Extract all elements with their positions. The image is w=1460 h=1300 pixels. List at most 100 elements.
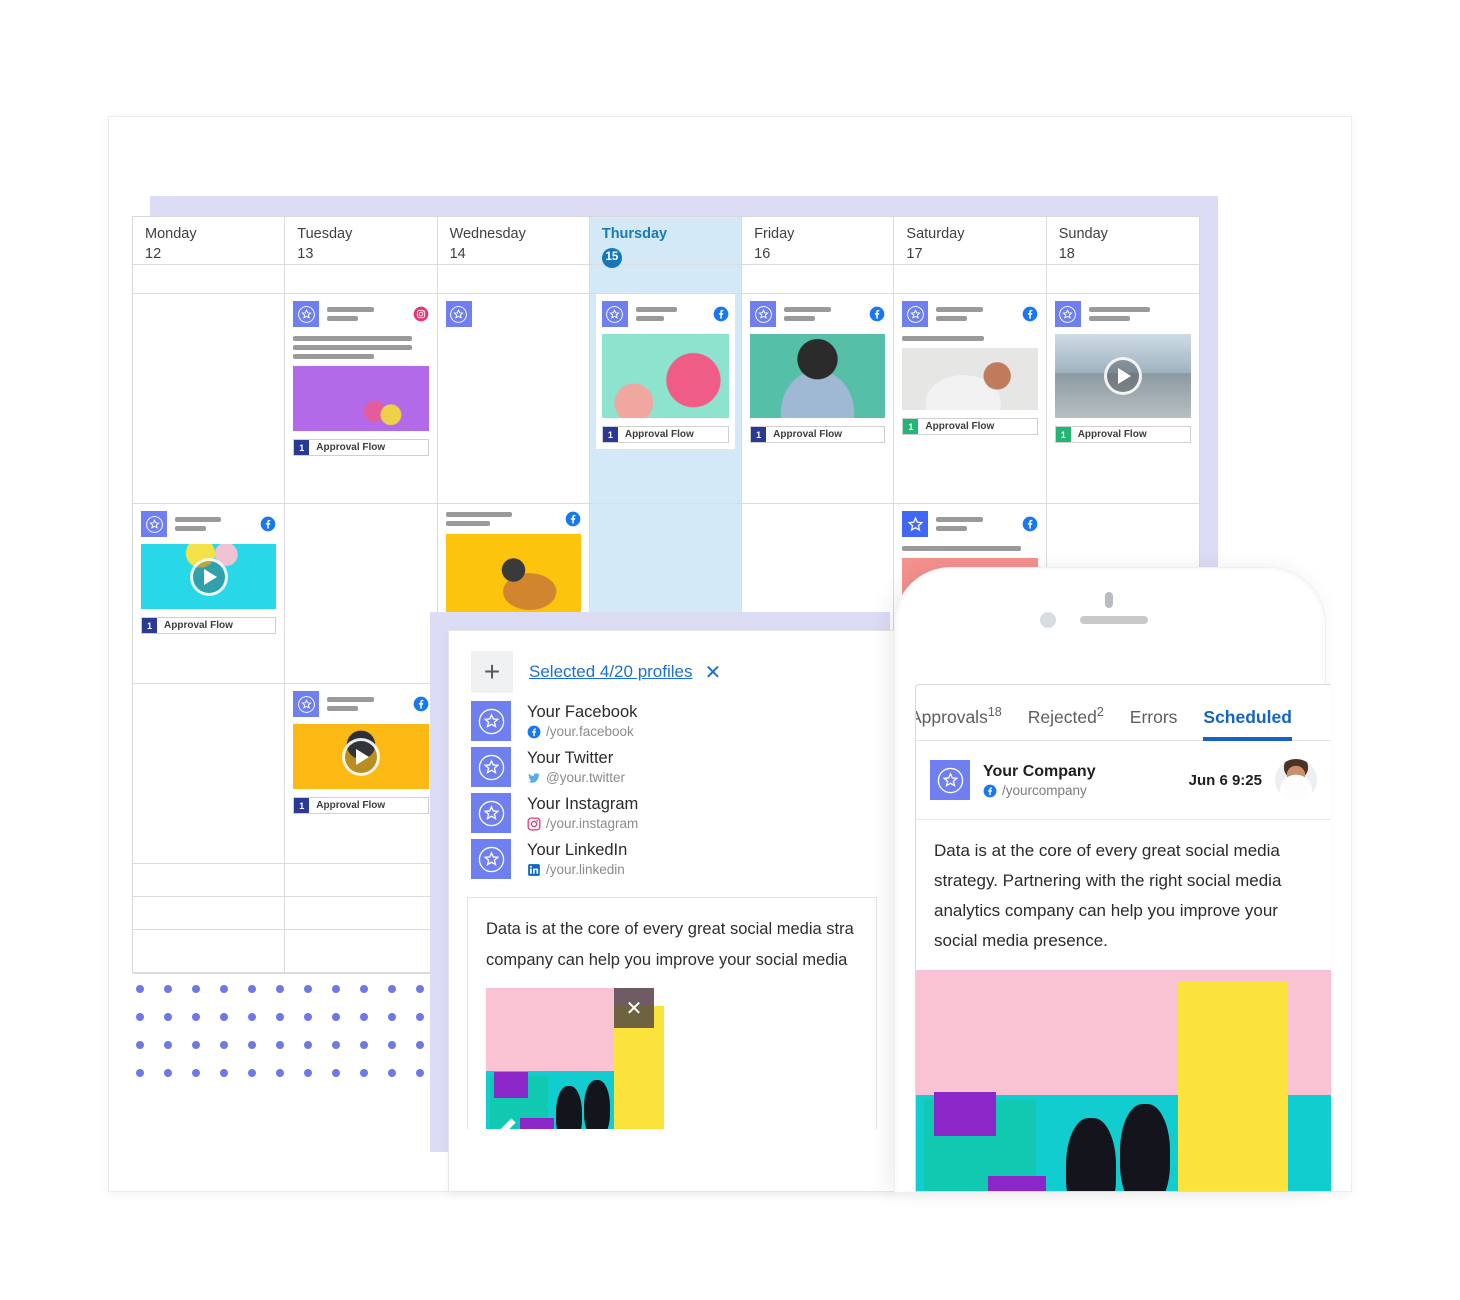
mobile-preview: Approvals18 Rejected2 Errors Scheduled Y…: [895, 568, 1331, 1192]
post-thumbnail[interactable]: [902, 348, 1038, 410]
star-avatar-icon: [1054, 301, 1081, 327]
approval-flow-badge[interactable]: 1 Approval Flow: [141, 617, 277, 634]
post-card[interactable]: 1 Approval Flow: [285, 294, 436, 456]
composer-text-line-1: Data is at the core of every great socia…: [486, 920, 854, 938]
facebook-icon: [713, 306, 729, 322]
post-body-placeholder: [293, 336, 428, 359]
calendar-slot-empty[interactable]: [894, 265, 1046, 294]
profile-item-linkedin[interactable]: Your LinkedIn /your.linkedin: [471, 839, 895, 879]
composer-attachment-thumbnail[interactable]: ✕: [486, 988, 664, 1129]
approval-count: 1: [751, 427, 767, 442]
avatar: [1275, 759, 1317, 801]
calendar-slot-empty[interactable]: [285, 930, 437, 974]
calendar-column-tuesday[interactable]: Tuesday 13 1 Approval Flow 1 Approval Fl…: [285, 217, 438, 974]
calendar-slot-empty[interactable]: [133, 864, 285, 897]
calendar-slot[interactable]: 1 Approval Flow: [1046, 294, 1199, 504]
profile-item-twitter[interactable]: Your Twitter @your.twitter: [471, 747, 895, 787]
play-icon[interactable]: [189, 557, 228, 596]
calendar-column-monday[interactable]: Monday 12 1 Approval Flow: [133, 217, 286, 974]
pencil-icon[interactable]: [494, 1114, 520, 1129]
post-title-placeholder: [936, 307, 1013, 321]
star-avatar-icon: [293, 301, 320, 327]
tab-badge: 18: [987, 705, 1002, 720]
post-thumbnail[interactable]: [750, 334, 886, 418]
play-icon[interactable]: [1103, 357, 1142, 395]
instagram-icon: [413, 306, 429, 322]
approval-flow-badge[interactable]: 1 Approval Flow: [293, 439, 429, 456]
decorative-dot-grid-bottom-left: [136, 985, 444, 1097]
calendar-slot-empty[interactable]: [285, 864, 437, 897]
profile-list: Your Facebook /your.facebook Your Twitte…: [449, 693, 895, 879]
day-number: 17: [906, 246, 923, 262]
facebook-icon: [565, 511, 581, 527]
post-card[interactable]: 1 Approval Flow: [894, 294, 1045, 435]
post-thumbnail-video[interactable]: [141, 544, 277, 609]
phone-tab-bar[interactable]: Approvals18 Rejected2 Errors Scheduled: [916, 685, 1331, 741]
approval-flow-badge[interactable]: 1 Approval Flow: [601, 426, 730, 443]
plus-icon[interactable]: +: [471, 651, 513, 693]
post-thumbnail-video[interactable]: [293, 724, 429, 789]
approval-flow-badge[interactable]: 1 Approval Flow: [1054, 426, 1191, 443]
calendar-slot-empty[interactable]: [133, 897, 285, 930]
phone-screen: Approvals18 Rejected2 Errors Scheduled Y…: [915, 684, 1331, 1192]
post-card[interactable]: 1 Approval Flow: [133, 504, 284, 634]
calendar-slot[interactable]: 1 Approval Flow: [285, 294, 437, 504]
post-thumbnail[interactable]: [293, 366, 429, 431]
post-card[interactable]: 1 Approval Flow: [742, 294, 893, 443]
close-icon[interactable]: ✕: [705, 660, 722, 685]
day-name: Thursday: [601, 226, 668, 242]
post-card[interactable]: 1 Approval Flow: [595, 294, 736, 449]
post-thumbnail[interactable]: [601, 334, 730, 418]
post-composer-panel[interactable]: + Selected 4/20 profiles ✕ Your Facebook…: [448, 630, 896, 1192]
calendar-slot[interactable]: 1 Approval Flow: [133, 504, 285, 684]
calendar-slot[interactable]: 1 Approval Flow: [285, 684, 437, 864]
post-card[interactable]: [438, 294, 589, 327]
calendar-slot-empty[interactable]: [437, 265, 589, 294]
calendar-slot-empty[interactable]: [589, 265, 742, 294]
profile-item-facebook[interactable]: Your Facebook /your.facebook: [471, 701, 895, 741]
facebook-icon: [1022, 516, 1038, 532]
calendar-slot-empty[interactable]: [742, 265, 894, 294]
calendar-slot[interactable]: 1 Approval Flow: [894, 294, 1046, 504]
close-icon[interactable]: ✕: [614, 988, 654, 1028]
calendar-slot-empty[interactable]: [285, 265, 437, 294]
profile-name: Your LinkedIn: [527, 840, 628, 859]
profile-handle-row: /your.instagram: [527, 815, 638, 833]
calendar-slot[interactable]: 1 Approval Flow: [589, 294, 742, 504]
calendar-slot-empty[interactable]: [133, 684, 285, 864]
calendar-slot-empty[interactable]: [285, 504, 437, 684]
post-card[interactable]: 1 Approval Flow: [1047, 294, 1199, 443]
calendar-slot-empty[interactable]: [1046, 265, 1199, 294]
approval-flow-badge[interactable]: 1 Approval Flow: [902, 418, 1038, 435]
calendar-slot[interactable]: [437, 294, 589, 504]
selected-profiles-link[interactable]: Selected 4/20 profiles: [529, 662, 693, 682]
day-name: Saturday: [906, 226, 965, 242]
calendar-slot-empty[interactable]: [133, 930, 285, 974]
post-thumbnail-video[interactable]: [1054, 334, 1191, 418]
post-card[interactable]: [438, 504, 589, 614]
facebook-icon: [413, 696, 429, 712]
profile-item-instagram[interactable]: Your Instagram /your.instagram: [471, 793, 895, 833]
tab-approvals[interactable]: Approvals18: [916, 705, 1002, 740]
approval-flow-badge[interactable]: 1 Approval Flow: [750, 426, 886, 443]
composer-text-area[interactable]: Data is at the core of every great socia…: [467, 897, 877, 1129]
approval-label: Approval Flow: [624, 429, 694, 440]
post-title-placeholder: [784, 307, 861, 321]
phone-post-header: Your Company /yourcompany Jun 6 9:25: [916, 741, 1331, 820]
calendar-slot-empty[interactable]: [285, 897, 437, 930]
calendar-slot-empty[interactable]: [133, 294, 285, 504]
post-card[interactable]: 1 Approval Flow: [285, 684, 436, 814]
profile-handle-row: @your.twitter: [527, 769, 625, 787]
tab-errors[interactable]: Errors: [1130, 707, 1178, 740]
post-title-placeholder: [635, 307, 705, 321]
tab-scheduled[interactable]: Scheduled: [1203, 707, 1292, 741]
play-icon[interactable]: [341, 737, 380, 776]
post-thumbnail[interactable]: [445, 534, 581, 614]
tab-rejected[interactable]: Rejected2: [1028, 705, 1104, 740]
approval-flow-badge[interactable]: 1 Approval Flow: [293, 797, 429, 814]
calendar-slot[interactable]: 1 Approval Flow: [742, 294, 894, 504]
post-image[interactable]: [916, 970, 1331, 1191]
post-title-placeholder: [327, 697, 404, 711]
calendar-slot-empty[interactable]: [133, 265, 285, 294]
twitter-icon: [528, 772, 540, 783]
